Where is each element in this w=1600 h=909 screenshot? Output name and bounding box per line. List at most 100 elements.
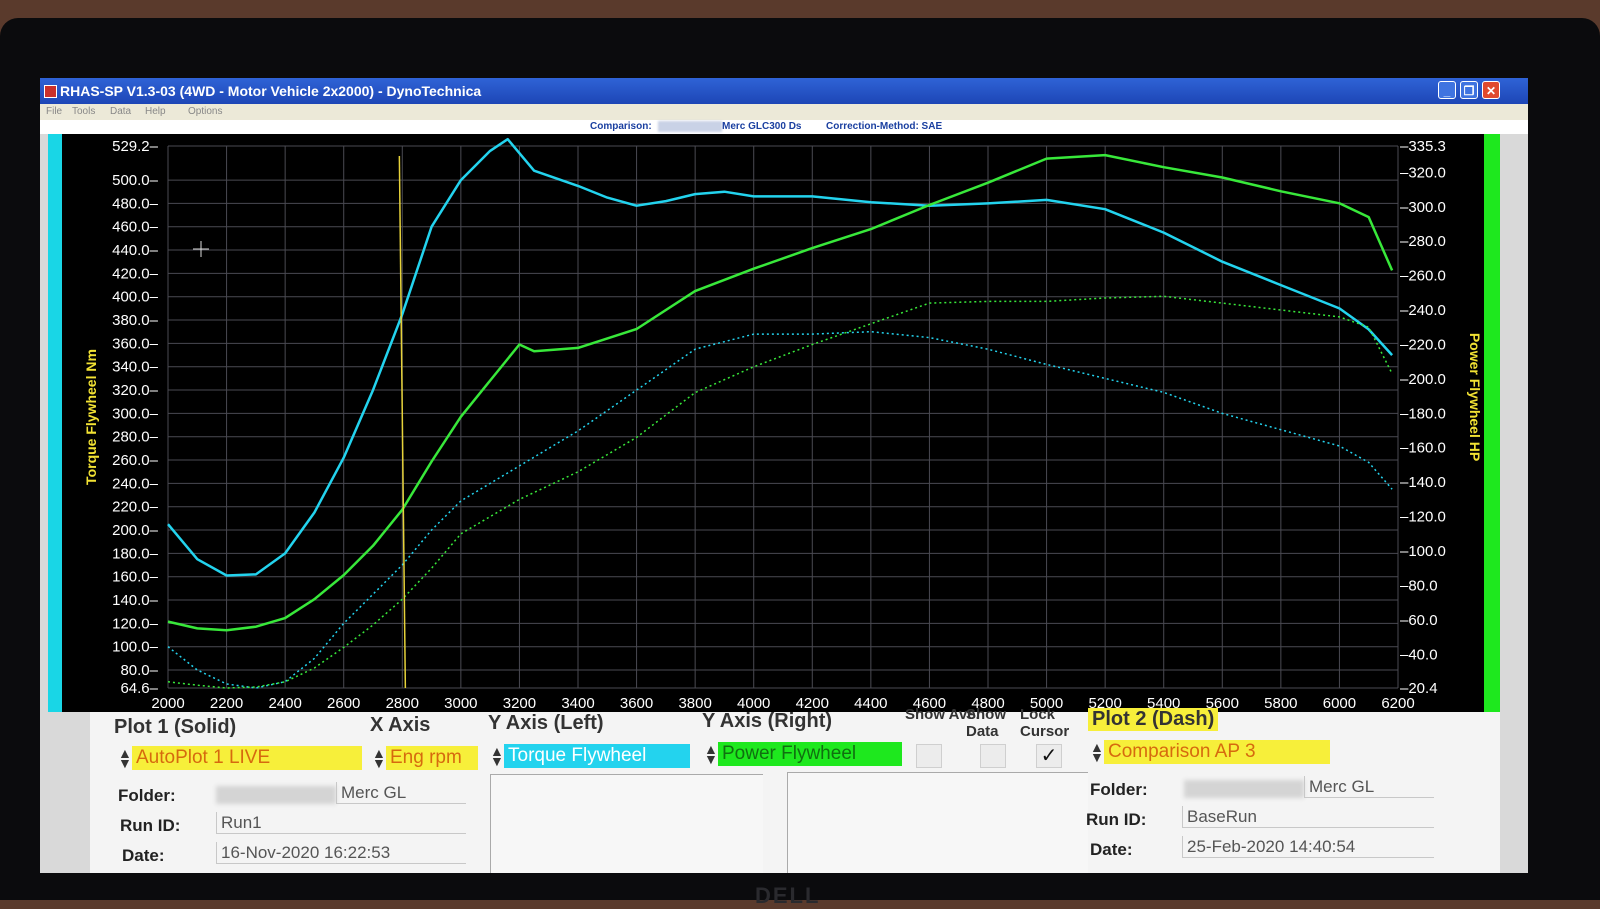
plot2-date-label: Date:: [1090, 840, 1133, 859]
dyno-chart-svg: 2000 2200 2400 2600 2800 3000 3200 3400 3600 3800…: [83, 137, 1483, 712]
y-left-tick-label: 460.0–: [112, 219, 159, 236]
y-right-tick-label: –40.0: [1400, 646, 1438, 663]
lock-cursor-checkbox[interactable]: ✓: [1036, 744, 1062, 768]
mouse-crosshair-icon: [193, 241, 209, 257]
plot1-folder-label: Folder:: [118, 786, 176, 805]
plot-control-panel: Plot 1 (Solid) X Axis Y Axis (Left) Y Ax…: [90, 706, 1500, 873]
x-axis-select[interactable]: Eng rpm: [386, 746, 478, 770]
x-axis-spinner-icon[interactable]: ▲ ▼: [372, 746, 386, 770]
y-left-axis-title: Torque Flywheel Nm: [83, 349, 99, 485]
menu-options[interactable]: Options: [188, 106, 222, 117]
y-axis-left-select[interactable]: Torque Flywheel: [504, 744, 690, 768]
y-left-tick-label: 420.0–: [112, 265, 159, 282]
plot2-runid-label: Run ID:: [1086, 810, 1147, 829]
y-left-tick-label: 140.0–: [112, 592, 159, 609]
plot1-title: Plot 1 (Solid): [114, 716, 237, 738]
plot1-date-label: Date:: [122, 846, 165, 865]
y-right-tick-label: –20.4: [1400, 680, 1438, 697]
y-right-axis-title: Power Flywheel HP: [1467, 333, 1483, 461]
plot2-folder-label: Folder:: [1090, 780, 1148, 799]
app-icon: [44, 85, 57, 98]
y-left-tick-label: 380.0–: [112, 312, 159, 329]
plot2-runid-value: BaseRun: [1182, 806, 1434, 828]
y-left-tick-label: 80.0–: [120, 662, 158, 679]
maximize-button[interactable]: ❐: [1460, 81, 1478, 99]
y-right-tick-label: –60.0: [1400, 612, 1438, 629]
y-right-tick-label: –80.0: [1400, 577, 1438, 594]
y-right-spinner-icon[interactable]: ▲ ▼: [704, 742, 718, 766]
x-axis-title: X Axis: [370, 714, 431, 736]
torque-axis-color-strip: [48, 134, 62, 712]
y-left-tick-label: 480.0–: [112, 195, 159, 212]
y-axis-left-title: Y Axis (Left): [488, 712, 604, 734]
minimize-icon: _: [1443, 84, 1451, 98]
y-left-tick-label: 160.0–: [112, 569, 159, 586]
y-axis-right-select[interactable]: Power Flywheel: [718, 742, 902, 766]
x-tick-label: 6000: [1323, 695, 1356, 712]
plot1-select[interactable]: AutoPlot 1 LIVE: [132, 746, 362, 770]
plot1-runid-value: Run1: [216, 812, 466, 834]
lock-cursor-label: Lock Cursor: [1020, 706, 1070, 740]
plot1-notes-box[interactable]: [490, 774, 763, 873]
y-right-tick-label: –335.3: [1400, 138, 1446, 155]
series-torque-plot2: [167, 330, 1393, 689]
y-axis-right-title: Y Axis (Right): [702, 710, 833, 732]
x-tick-label: 2400: [268, 695, 301, 712]
y-right-tick-label: –280.0: [1400, 233, 1446, 250]
y-right-tick-label: –320.0: [1400, 164, 1446, 181]
plot2-title: Plot 2 (Dash): [1088, 708, 1219, 731]
minimize-button[interactable]: _: [1438, 81, 1456, 99]
x-tick-label: 4400: [854, 695, 887, 712]
plot1-folder-value: Merc GL: [336, 782, 466, 804]
y-left-tick-label: 320.0–: [112, 382, 159, 399]
y-left-tick-label: 100.0–: [112, 639, 159, 656]
show-ave-checkbox[interactable]: [916, 744, 942, 768]
monitor-brand-logo: DELL: [755, 883, 821, 908]
y-right-tick-label: –180.0: [1400, 405, 1446, 422]
menu-file[interactable]: File: [46, 106, 62, 117]
close-icon: ✕: [1485, 84, 1497, 98]
y-left-spinner-icon[interactable]: ▲ ▼: [490, 744, 504, 768]
show-data-checkbox[interactable]: [980, 744, 1006, 768]
x-tick-label: 2800: [386, 695, 419, 712]
menu-help[interactable]: Help: [145, 106, 166, 117]
x-tick-label: 2600: [327, 695, 360, 712]
restore-icon: ❐: [1463, 84, 1475, 98]
plot2-spinner-icon[interactable]: ▲ ▼: [1090, 740, 1104, 764]
y-left-tick-label: 260.0–: [112, 452, 159, 469]
plot2-folder-value: Merc GL: [1304, 776, 1434, 798]
y-right-tick-label: –300.0: [1400, 199, 1446, 216]
plot2-folder-redacted: [1184, 780, 1304, 798]
plot2-notes-box[interactable]: [787, 772, 1088, 873]
menu-bar: File Tools Data Help Options: [40, 104, 1528, 120]
show-ave-label: Show Ave.: [905, 706, 980, 723]
power-axis-color-strip: [1484, 134, 1500, 712]
y-left-tick-label: 400.0–: [112, 289, 159, 306]
y-right-tick-label: –160.0: [1400, 440, 1446, 457]
x-tick-label: 3400: [561, 695, 594, 712]
x-tick-label: 5800: [1264, 695, 1297, 712]
y-right-tick-label: –200.0: [1400, 371, 1446, 388]
plot1-spinner-icon[interactable]: ▲ ▼: [118, 746, 132, 770]
plot2-select[interactable]: Comparison AP 3: [1104, 740, 1330, 764]
y-left-tick-label: 360.0–: [112, 335, 159, 352]
menu-tools[interactable]: Tools: [72, 106, 95, 117]
plot1-runid-label: Run ID:: [120, 816, 181, 835]
x-tick-label: 3600: [620, 695, 653, 712]
y-right-tick-label: –100.0: [1400, 543, 1446, 560]
plot1-folder-redacted: [216, 786, 336, 804]
x-tick-label: 6200: [1381, 695, 1414, 712]
y-left-tick-label: 529.2–: [112, 138, 159, 155]
comparison-info-bar: Comparison: Merc GLC300 Ds Correction-Me…: [40, 120, 1528, 134]
window-title: RHAS-SP V1.3-03 (4WD - Motor Vehicle 2x2…: [60, 83, 482, 99]
application-window: RHAS-SP V1.3-03 (4WD - Motor Vehicle 2x2…: [40, 78, 1528, 873]
plot2-date-value: 25-Feb-2020 14:40:54: [1182, 836, 1434, 858]
menu-data[interactable]: Data: [110, 106, 131, 117]
y-left-tick-label: 120.0–: [112, 615, 159, 632]
close-button[interactable]: ✕: [1482, 81, 1500, 99]
y-left-tick-label: 200.0–: [112, 522, 159, 539]
show-data-label: Show Data: [966, 706, 1006, 740]
dyno-chart[interactable]: 2000 2200 2400 2600 2800 3000 3200 3400 3600 3800…: [62, 134, 1484, 712]
x-tick-label: 3000: [444, 695, 477, 712]
y-right-tick-label: –260.0: [1400, 268, 1446, 285]
